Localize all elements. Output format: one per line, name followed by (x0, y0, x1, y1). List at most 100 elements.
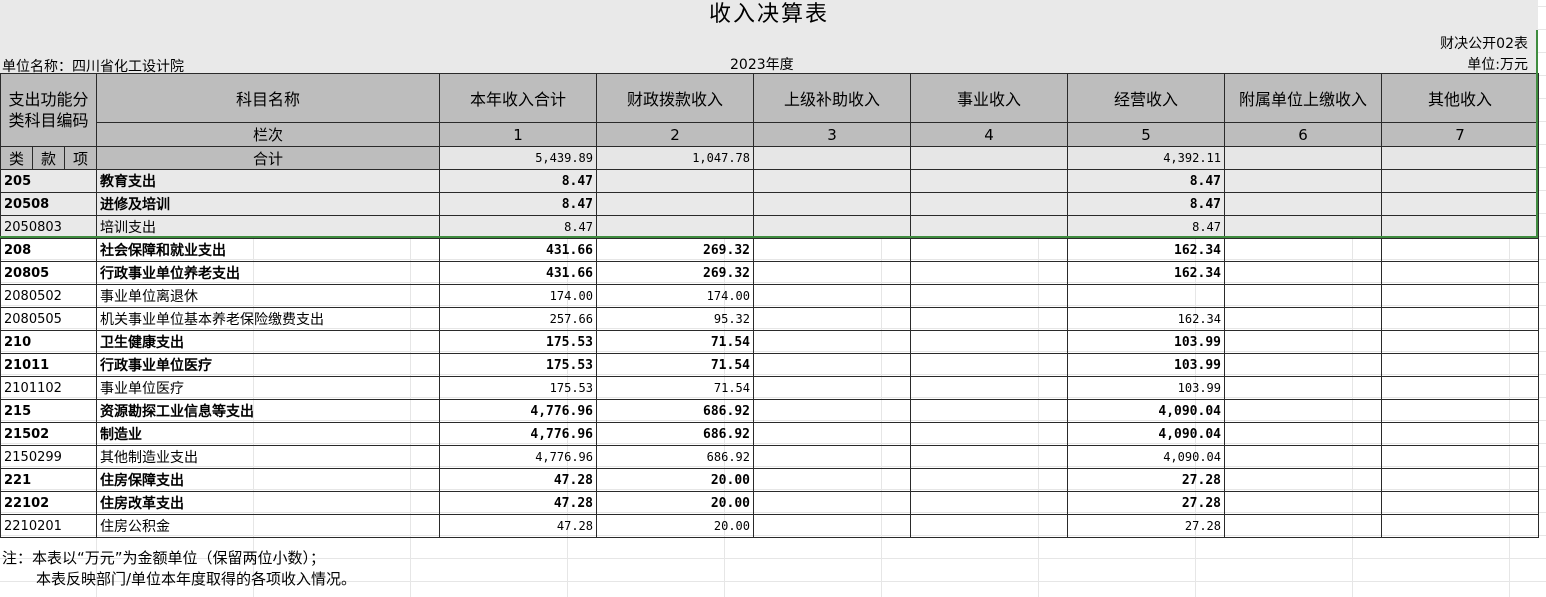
row-value-3[interactable] (753, 261, 911, 285)
row-value-5[interactable]: 103.99 (1067, 376, 1225, 400)
col-no-3[interactable]: 3 (753, 122, 911, 147)
row-value-6[interactable] (1224, 514, 1382, 538)
row-name[interactable]: 住房保障支出 (96, 468, 440, 492)
row-value-2[interactable] (596, 192, 754, 216)
row-value-1[interactable]: 47.28 (439, 491, 597, 515)
row-name[interactable]: 进修及培训 (96, 192, 440, 216)
kuan-header[interactable]: 款 (32, 146, 65, 170)
row-value-5[interactable]: 4,090.04 (1067, 445, 1225, 469)
row-value-1[interactable]: 4,776.96 (439, 399, 597, 423)
row-code[interactable]: 21502 (0, 422, 97, 446)
row-value-7[interactable] (1381, 261, 1539, 285)
row-value-6[interactable] (1224, 261, 1382, 285)
row-value-2[interactable]: 269.32 (596, 261, 754, 285)
row-value-5[interactable]: 27.28 (1067, 514, 1225, 538)
row-code[interactable]: 205 (0, 169, 97, 193)
report-title[interactable]: 收入决算表 (0, 0, 1538, 31)
row-value-1[interactable]: 8.47 (439, 215, 597, 239)
row-value-2[interactable]: 20.00 (596, 491, 754, 515)
col-no-6[interactable]: 6 (1224, 122, 1382, 147)
row-value-1[interactable]: 4,776.96 (439, 422, 597, 446)
row-name[interactable]: 制造业 (96, 422, 440, 446)
row-value-6[interactable] (1224, 491, 1382, 515)
row-value-2[interactable]: 71.54 (596, 353, 754, 377)
row-value-6[interactable] (1224, 169, 1382, 193)
row-name[interactable]: 培训支出 (96, 215, 440, 239)
row-value-4[interactable] (910, 215, 1068, 239)
row-name[interactable]: 其他制造业支出 (96, 445, 440, 469)
row-name[interactable]: 住房公积金 (96, 514, 440, 538)
row-value-2[interactable]: 686.92 (596, 399, 754, 423)
row-value-3[interactable] (753, 215, 911, 239)
row-value-2[interactable]: 71.54 (596, 376, 754, 400)
row-name[interactable]: 行政事业单位医疗 (96, 353, 440, 377)
row-value-7[interactable] (1381, 215, 1539, 239)
row-value-6[interactable] (1224, 399, 1382, 423)
fiscal-year[interactable]: 2023年度 (730, 54, 794, 74)
row-value-7[interactable] (1381, 307, 1539, 331)
row-code[interactable]: 210 (0, 330, 97, 354)
row-value-1[interactable]: 47.28 (439, 514, 597, 538)
row-code[interactable]: 2080502 (0, 284, 97, 308)
col-no-7[interactable]: 7 (1381, 122, 1539, 147)
row-value-7[interactable] (1381, 284, 1539, 308)
lei-header[interactable]: 类 (0, 146, 33, 170)
row-value-6[interactable] (1224, 238, 1382, 262)
row-value-4[interactable] (910, 307, 1068, 331)
row-value-2[interactable]: 20.00 (596, 514, 754, 538)
row-value-4[interactable] (910, 491, 1068, 515)
row-value-7[interactable] (1381, 491, 1539, 515)
row-value-5[interactable]: 27.28 (1067, 468, 1225, 492)
row-value-2[interactable]: 20.00 (596, 468, 754, 492)
total-value-7[interactable] (1381, 146, 1539, 170)
row-value-7[interactable] (1381, 376, 1539, 400)
row-value-1[interactable]: 431.66 (439, 238, 597, 262)
row-value-4[interactable] (910, 284, 1068, 308)
row-code[interactable]: 2101102 (0, 376, 97, 400)
row-value-3[interactable] (753, 353, 911, 377)
total-value-4[interactable] (910, 146, 1068, 170)
row-value-3[interactable] (753, 468, 911, 492)
col-header-6[interactable]: 附属单位上缴收入 (1224, 73, 1382, 123)
row-value-4[interactable] (910, 422, 1068, 446)
row-value-3[interactable] (753, 169, 911, 193)
row-value-2[interactable] (596, 169, 754, 193)
total-value-3[interactable] (753, 146, 911, 170)
total-value-5[interactable]: 4,392.11 (1067, 146, 1225, 170)
total-value-1[interactable]: 5,439.89 (439, 146, 597, 170)
row-value-1[interactable]: 175.53 (439, 330, 597, 354)
row-value-4[interactable] (910, 514, 1068, 538)
row-value-4[interactable] (910, 445, 1068, 469)
row-value-4[interactable] (910, 399, 1068, 423)
row-value-6[interactable] (1224, 215, 1382, 239)
row-value-3[interactable] (753, 330, 911, 354)
row-value-4[interactable] (910, 261, 1068, 285)
row-value-3[interactable] (753, 192, 911, 216)
row-value-6[interactable] (1224, 445, 1382, 469)
row-code[interactable]: 22102 (0, 491, 97, 515)
row-value-7[interactable] (1381, 514, 1539, 538)
row-value-7[interactable] (1381, 399, 1539, 423)
row-value-3[interactable] (753, 491, 911, 515)
row-code[interactable]: 2150299 (0, 445, 97, 469)
row-value-1[interactable]: 175.53 (439, 376, 597, 400)
row-value-7[interactable] (1381, 468, 1539, 492)
row-code[interactable]: 21011 (0, 353, 97, 377)
row-code[interactable]: 208 (0, 238, 97, 262)
row-value-5[interactable]: 162.34 (1067, 238, 1225, 262)
row-value-4[interactable] (910, 376, 1068, 400)
row-value-6[interactable] (1224, 192, 1382, 216)
row-code[interactable]: 215 (0, 399, 97, 423)
row-value-3[interactable] (753, 376, 911, 400)
row-value-4[interactable] (910, 238, 1068, 262)
row-value-1[interactable]: 8.47 (439, 192, 597, 216)
row-value-5[interactable]: 27.28 (1067, 491, 1225, 515)
row-no-label[interactable]: 栏次 (96, 122, 440, 147)
row-value-7[interactable] (1381, 422, 1539, 446)
row-name[interactable]: 教育支出 (96, 169, 440, 193)
xiang-header[interactable]: 项 (64, 146, 97, 170)
row-value-6[interactable] (1224, 330, 1382, 354)
row-value-4[interactable] (910, 353, 1068, 377)
row-value-4[interactable] (910, 192, 1068, 216)
row-value-2[interactable]: 95.32 (596, 307, 754, 331)
